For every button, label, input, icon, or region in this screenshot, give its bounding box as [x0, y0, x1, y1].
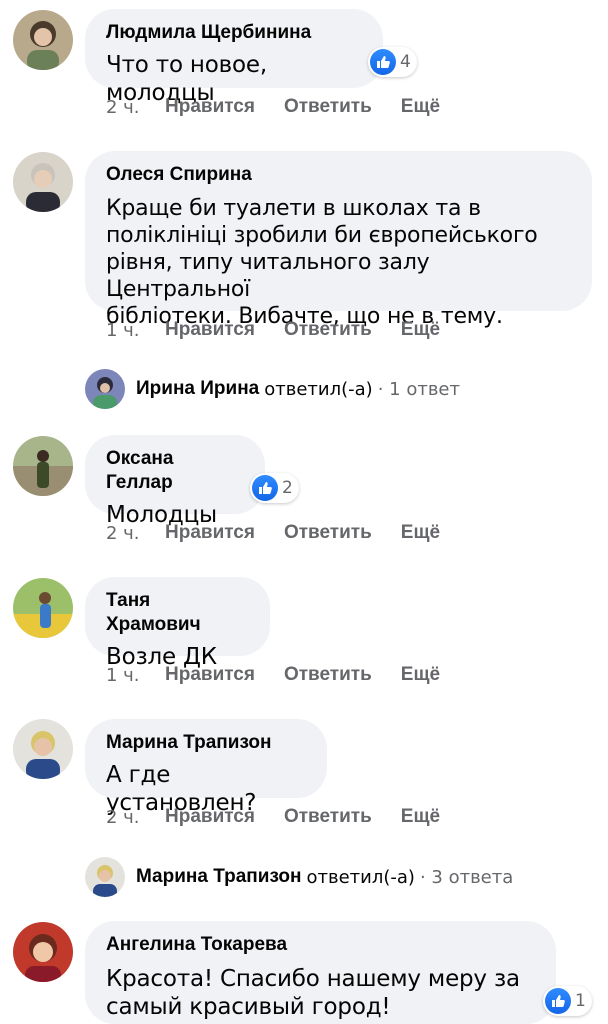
- avatar[interactable]: [13, 719, 73, 779]
- comment-text: Краще би туалети в школах та в полікліні…: [106, 195, 570, 330]
- avatar[interactable]: [13, 578, 73, 638]
- comment-time[interactable]: 1 ч.: [106, 320, 165, 341]
- comment-actions: 2 ч. Нравится Ответить Ещё: [106, 806, 469, 828]
- reply-count: · 3 ответа: [419, 866, 514, 888]
- reply-button[interactable]: Ответить: [284, 522, 372, 544]
- comment-text-line: Краще би туалети в школах та в: [106, 196, 481, 221]
- comment-bubble: Марина Трапизон А где установлен?: [85, 719, 327, 816]
- reply-verb: ответил(-а): [306, 866, 415, 888]
- comment-time[interactable]: 2 ч.: [106, 523, 165, 544]
- comment-text-line: Красота! Спасибо нашему меру за: [106, 966, 520, 992]
- reaction-count: 4: [400, 52, 411, 72]
- comment-text-line: рівня, типу читального залу Центральної: [106, 250, 430, 302]
- reaction-summary[interactable]: 4: [368, 47, 417, 77]
- comment-text-line: самый красивый город!: [106, 994, 391, 1020]
- reply-button[interactable]: Ответить: [284, 96, 372, 118]
- avatar[interactable]: [13, 152, 73, 212]
- reaction-summary[interactable]: 2: [250, 473, 299, 503]
- comment-time[interactable]: 2 ч.: [106, 97, 165, 118]
- comment-time[interactable]: 1 ч.: [106, 665, 165, 686]
- avatar: [85, 369, 125, 409]
- more-button[interactable]: Ещё: [401, 664, 440, 686]
- like-button[interactable]: Нравится: [165, 319, 255, 341]
- thumbs-up-icon: [545, 988, 571, 1014]
- comment-author[interactable]: Оксана Геллар: [106, 447, 243, 495]
- reply-count: · 1 ответ: [377, 378, 460, 400]
- reaction-summary[interactable]: 1: [543, 986, 592, 1016]
- avatar[interactable]: [13, 436, 73, 496]
- replies-link[interactable]: Марина Трапизон ответил(-а) · 3 ответа: [85, 857, 513, 897]
- comment-author[interactable]: Таня Храмович: [106, 589, 248, 637]
- reply-button[interactable]: Ответить: [284, 319, 372, 341]
- reply-author: Марина Трапизон: [136, 866, 302, 887]
- more-button[interactable]: Ещё: [401, 806, 440, 828]
- reply-button[interactable]: Ответить: [284, 664, 372, 686]
- reaction-count: 2: [282, 478, 293, 498]
- comment-bubble: Таня Храмович Возле ДК: [85, 577, 270, 670]
- comment-bubble: Ангелина Токарева Красота! Спасибо нашем…: [85, 921, 556, 1024]
- comment-time[interactable]: 2 ч.: [106, 807, 165, 828]
- avatar[interactable]: [13, 922, 73, 982]
- reaction-count: 1: [575, 991, 586, 1011]
- avatar: [85, 857, 125, 897]
- thumbs-up-icon: [252, 475, 278, 501]
- comment-actions: 2 ч. Нравится Ответить Ещё: [106, 96, 469, 118]
- comment-actions: 2 ч. Нравится Ответить Ещё: [106, 522, 469, 544]
- comment-author[interactable]: Ангелина Токарева: [106, 933, 534, 957]
- more-button[interactable]: Ещё: [401, 96, 440, 118]
- replies-link[interactable]: Ирина Ирина ответил(-а) · 1 ответ: [85, 369, 460, 409]
- like-button[interactable]: Нравится: [165, 96, 255, 118]
- reply-verb: ответил(-а): [264, 378, 373, 400]
- comment-bubble: Оксана Геллар Молодцы: [85, 435, 265, 528]
- like-button[interactable]: Нравится: [165, 522, 255, 544]
- comment-bubble: Людмила Щербинина Что то новое, молодцы: [85, 9, 383, 106]
- comment-author[interactable]: Людмила Щербинина: [106, 21, 361, 45]
- more-button[interactable]: Ещё: [401, 522, 440, 544]
- reply-button[interactable]: Ответить: [284, 806, 372, 828]
- thumbs-up-icon: [370, 49, 396, 75]
- comment-text-line: поліклініці зробили би європейського: [106, 223, 538, 248]
- like-button[interactable]: Нравится: [165, 664, 255, 686]
- comment-author[interactable]: Марина Трапизон: [106, 731, 305, 755]
- more-button[interactable]: Ещё: [401, 319, 440, 341]
- comment-author[interactable]: Олеся Спирина: [106, 163, 570, 187]
- reply-author: Ирина Ирина: [136, 378, 260, 399]
- comment-text: Красота! Спасибо нашему меру за самый кр…: [106, 965, 534, 1021]
- avatar[interactable]: [13, 10, 73, 70]
- comment-actions: 1 ч. Нравится Ответить Ещё: [106, 319, 469, 341]
- comment-actions: 1 ч. Нравится Ответить Ещё: [106, 664, 469, 686]
- comment-bubble: Олеся Спирина Краще би туалети в школах …: [85, 151, 592, 329]
- like-button[interactable]: Нравится: [165, 806, 255, 828]
